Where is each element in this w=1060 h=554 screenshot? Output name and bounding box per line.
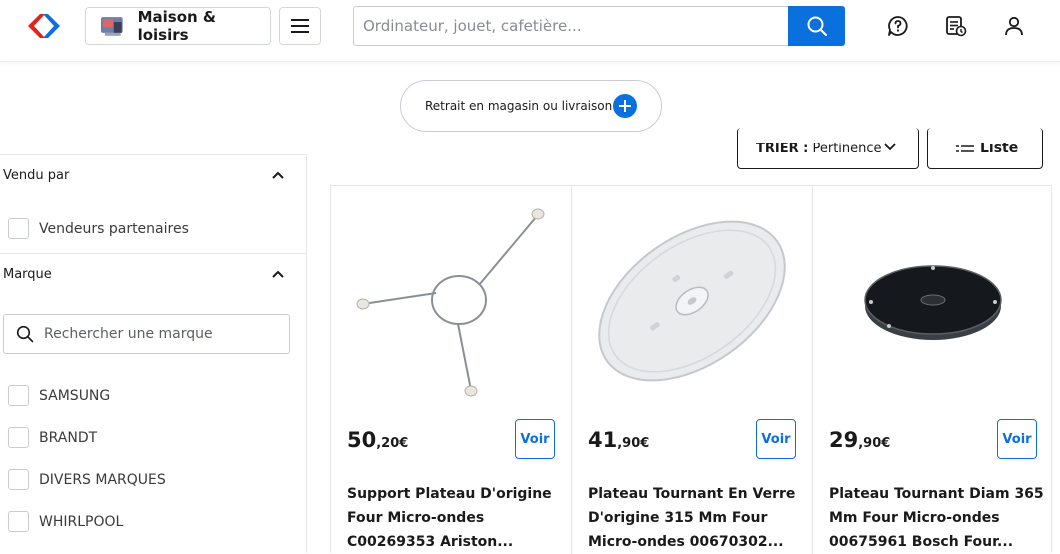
price-decimal: ,90€ [858,436,891,451]
site-header: Maison & loisirs [0,0,1060,62]
filter-option-vendeurs-partenaires[interactable]: Vendeurs partenaires [8,218,189,239]
voir-button[interactable]: Voir [515,419,555,459]
product-image[interactable] [341,196,561,406]
product-title[interactable]: Plateau Tournant En Verre D'origine 315 … [588,482,803,554]
store-thumbnail-icon [100,17,123,36]
store-selector-button[interactable]: Maison & loisirs [85,7,271,45]
delivery-label: Retrait en magasin ou livraison [425,99,613,113]
product-image[interactable] [582,196,802,406]
chevron-up-icon[interactable] [271,170,285,180]
search-button[interactable] [788,6,845,46]
delivery-mode-button[interactable]: Retrait en magasin ou livraison [400,80,662,132]
list-icon[interactable] [944,14,968,38]
checkbox[interactable] [8,511,29,532]
menu-button[interactable] [279,7,321,45]
filter-option-label: BRANDT [39,429,98,446]
voir-button[interactable]: Voir [997,419,1037,459]
menu-icon [291,19,309,21]
product-card[interactable]: 50,20€ Voir Support Plateau D'origine Fo… [331,186,572,554]
plus-icon [613,94,637,118]
help-icon[interactable] [886,14,910,38]
sort-prefix: TRIER : [756,141,809,156]
search-icon [16,325,34,343]
product-price: 29,90€ [829,428,890,452]
list-view-icon [956,145,974,152]
chevron-down-icon [884,143,896,151]
filter-option-label: Vendeurs partenaires [39,220,189,237]
account-icon[interactable] [1002,14,1026,38]
checkbox[interactable] [8,218,29,239]
search-icon [807,16,827,36]
search-input[interactable] [353,6,789,46]
product-price: 50,20€ [347,428,408,452]
voir-button[interactable]: Voir [756,419,796,459]
filter-option-samsung[interactable]: SAMSUNG [8,385,110,406]
product-price: 41,90€ [588,428,649,452]
product-title[interactable]: Plateau Tournant Diam 365 Mm Four Micro-… [829,482,1044,554]
product-card[interactable]: 41,90€ Voir Plateau Tournant En Verre D'… [571,186,812,554]
sort-dropdown[interactable]: TRIER : Pertinence [737,128,919,169]
filter-option-label: SAMSUNG [39,387,111,404]
filter-option-whirlpool[interactable]: WHIRLPOOL [8,511,123,532]
price-integer: 50 [347,428,377,452]
sort-value: Pertinence [812,141,882,156]
product-image[interactable] [823,196,1043,406]
product-card[interactable]: 29,90€ Voir Plateau Tournant Diam 365 Mm… [812,186,1053,554]
filters-sidebar: Vendu par Vendeurs partenaires Marque SA… [0,154,307,553]
view-mode-button[interactable]: Liste [927,128,1043,169]
carrefour-logo[interactable] [26,12,62,40]
brand-search-input[interactable] [44,326,284,342]
price-decimal: ,20€ [376,436,409,451]
brand-search-field[interactable] [3,314,290,354]
checkbox[interactable] [8,469,29,490]
price-decimal: ,90€ [617,436,650,451]
price-integer: 41 [588,428,618,452]
checkbox[interactable] [8,385,29,406]
product-title[interactable]: Support Plateau D'origine Four Micro-ond… [347,482,562,554]
filter-option-label: DIVERS MARQUES [39,471,166,488]
price-integer: 29 [829,428,859,452]
checkbox[interactable] [8,427,29,448]
chevron-up-icon[interactable] [271,269,285,279]
filter-option-brandt[interactable]: BRANDT [8,427,97,448]
filter-title-marque: Marque [3,267,52,282]
filter-option-label: WHIRLPOOL [39,513,124,530]
product-grid: 50,20€ Voir Support Plateau D'origine Fo… [330,185,1053,554]
filter-title-vendu-par: Vendu par [3,168,70,183]
divider [0,154,307,155]
store-label: Maison & loisirs [137,8,216,44]
filter-option-divers-marques[interactable]: DIVERS MARQUES [8,469,166,490]
divider [0,253,307,254]
